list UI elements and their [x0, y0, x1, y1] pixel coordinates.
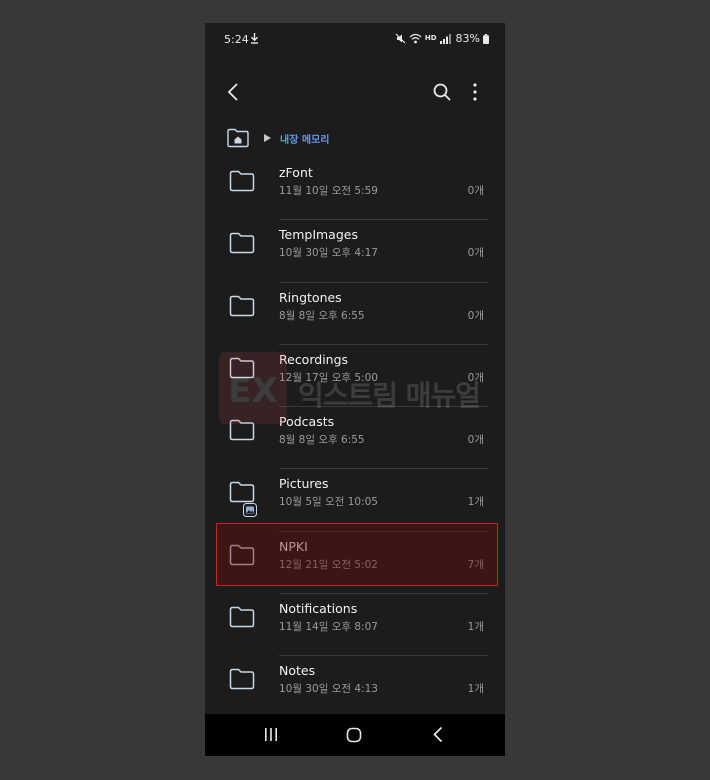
phone-screen: 5:24 HD 83% 내장 메모리 zFont 11월 10일 오전 5:59…	[205, 23, 505, 756]
folder-name: Notes	[279, 663, 316, 679]
folder-item-count: 1개	[467, 683, 484, 696]
folder-list: zFont 11월 10일 오전 5:59 0개 TempImages 10월 30일 …	[205, 158, 505, 719]
folder-row-ringtones[interactable]: Ringtones 8월 8일 오후 6:55 0개	[205, 283, 505, 345]
folder-name: zFont	[279, 165, 313, 180]
breadcrumb: 내장 메모리	[227, 127, 329, 149]
more-vertical-icon[interactable]	[467, 81, 483, 103]
folder-date: 10월 30일 오후 4:17	[279, 247, 378, 260]
folder-icon	[229, 544, 255, 566]
folder-name: Notifications	[279, 601, 358, 617]
folder-date: 10월 30일 오전 4:13	[279, 683, 378, 696]
folder-name: Ringtones	[279, 289, 342, 305]
image-badge-icon	[243, 502, 257, 518]
folder-item-count: 7개	[467, 558, 484, 571]
folder-row-tempimages[interactable]: TempImages 10월 30일 오후 4:17 0개	[205, 220, 505, 283]
navigation-bar	[205, 714, 505, 756]
folder-name: Pictures	[279, 476, 329, 492]
folder-date: 8월 8일 오후 6:55	[279, 309, 365, 322]
nav-back-icon[interactable]	[432, 726, 444, 743]
folder-item-count: 0개	[467, 434, 484, 447]
folder-item-count: 0개	[467, 185, 484, 197]
folder-home-icon[interactable]	[227, 128, 249, 148]
folder-item-count: 0개	[467, 371, 484, 384]
folder-name: TempImages	[279, 227, 358, 243]
folder-date: 11월 14일 오후 8:07	[279, 621, 378, 634]
status-time: 5:24	[224, 33, 249, 46]
folder-date: 12월 17일 오후 5:00	[279, 371, 378, 384]
folder-row-notes[interactable]: Notes 10월 30일 오전 4:13 1개	[205, 656, 505, 719]
folder-icon	[229, 357, 255, 379]
folder-item-count: 0개	[467, 247, 484, 260]
breadcrumb-arrow	[264, 134, 271, 142]
chevron-left-icon[interactable]	[223, 81, 245, 103]
hd-label: HD	[424, 34, 437, 42]
folder-icon	[229, 606, 255, 628]
download-icon	[251, 33, 258, 44]
folder-date: 10월 5일 오전 10:05	[279, 496, 378, 509]
search-icon[interactable]	[431, 81, 453, 103]
folder-row-recordings[interactable]: Recordings 12월 17일 오후 5:00 0개	[205, 345, 505, 408]
folder-name: Recordings	[279, 351, 349, 367]
mute-icon	[395, 33, 406, 44]
toolbar	[205, 73, 505, 113]
status-icons: HD 83%	[395, 32, 489, 45]
folder-row-podcasts[interactable]: Podcasts 8월 8일 오후 6:55 0개	[205, 407, 505, 470]
folder-icon	[229, 481, 255, 503]
folder-row-pictures[interactable]: Pictures 10월 5일 오전 10:05 1개	[205, 469, 505, 532]
wifi-icon	[409, 33, 422, 44]
folder-row-notifications[interactable]: Notifications 11월 14일 오후 8:07 1개	[205, 594, 505, 657]
recent-apps-icon[interactable]	[263, 727, 279, 742]
home-icon[interactable]	[346, 727, 362, 743]
folder-icon	[229, 295, 255, 317]
folder-row-zfont[interactable]: zFont 11월 10일 오전 5:59 0개	[205, 158, 505, 221]
folder-icon	[229, 232, 255, 254]
folder-icon	[229, 170, 255, 192]
battery-percent: 83%	[455, 32, 480, 45]
folder-name: NPKI	[279, 538, 308, 554]
breadcrumb-current[interactable]: 내장 메모리	[280, 131, 329, 146]
folder-item-count: 0개	[467, 309, 484, 322]
signal-icon	[439, 33, 451, 44]
folder-date: 12월 21일 오전 5:02	[279, 558, 378, 571]
status-bar: 5:24 HD 83%	[205, 23, 505, 57]
folder-name: Podcasts	[279, 414, 335, 430]
folder-item-count: 1개	[467, 496, 484, 509]
folder-date: 8월 8일 오후 6:55	[279, 434, 365, 447]
folder-item-count: 1개	[467, 621, 484, 634]
battery-icon	[483, 33, 489, 44]
folder-row-npki[interactable]: NPKI 12월 21일 오전 5:02 7개	[205, 532, 505, 595]
folder-date: 11월 10일 오전 5:59	[279, 185, 378, 197]
folder-icon	[229, 668, 255, 690]
folder-icon	[229, 419, 255, 441]
